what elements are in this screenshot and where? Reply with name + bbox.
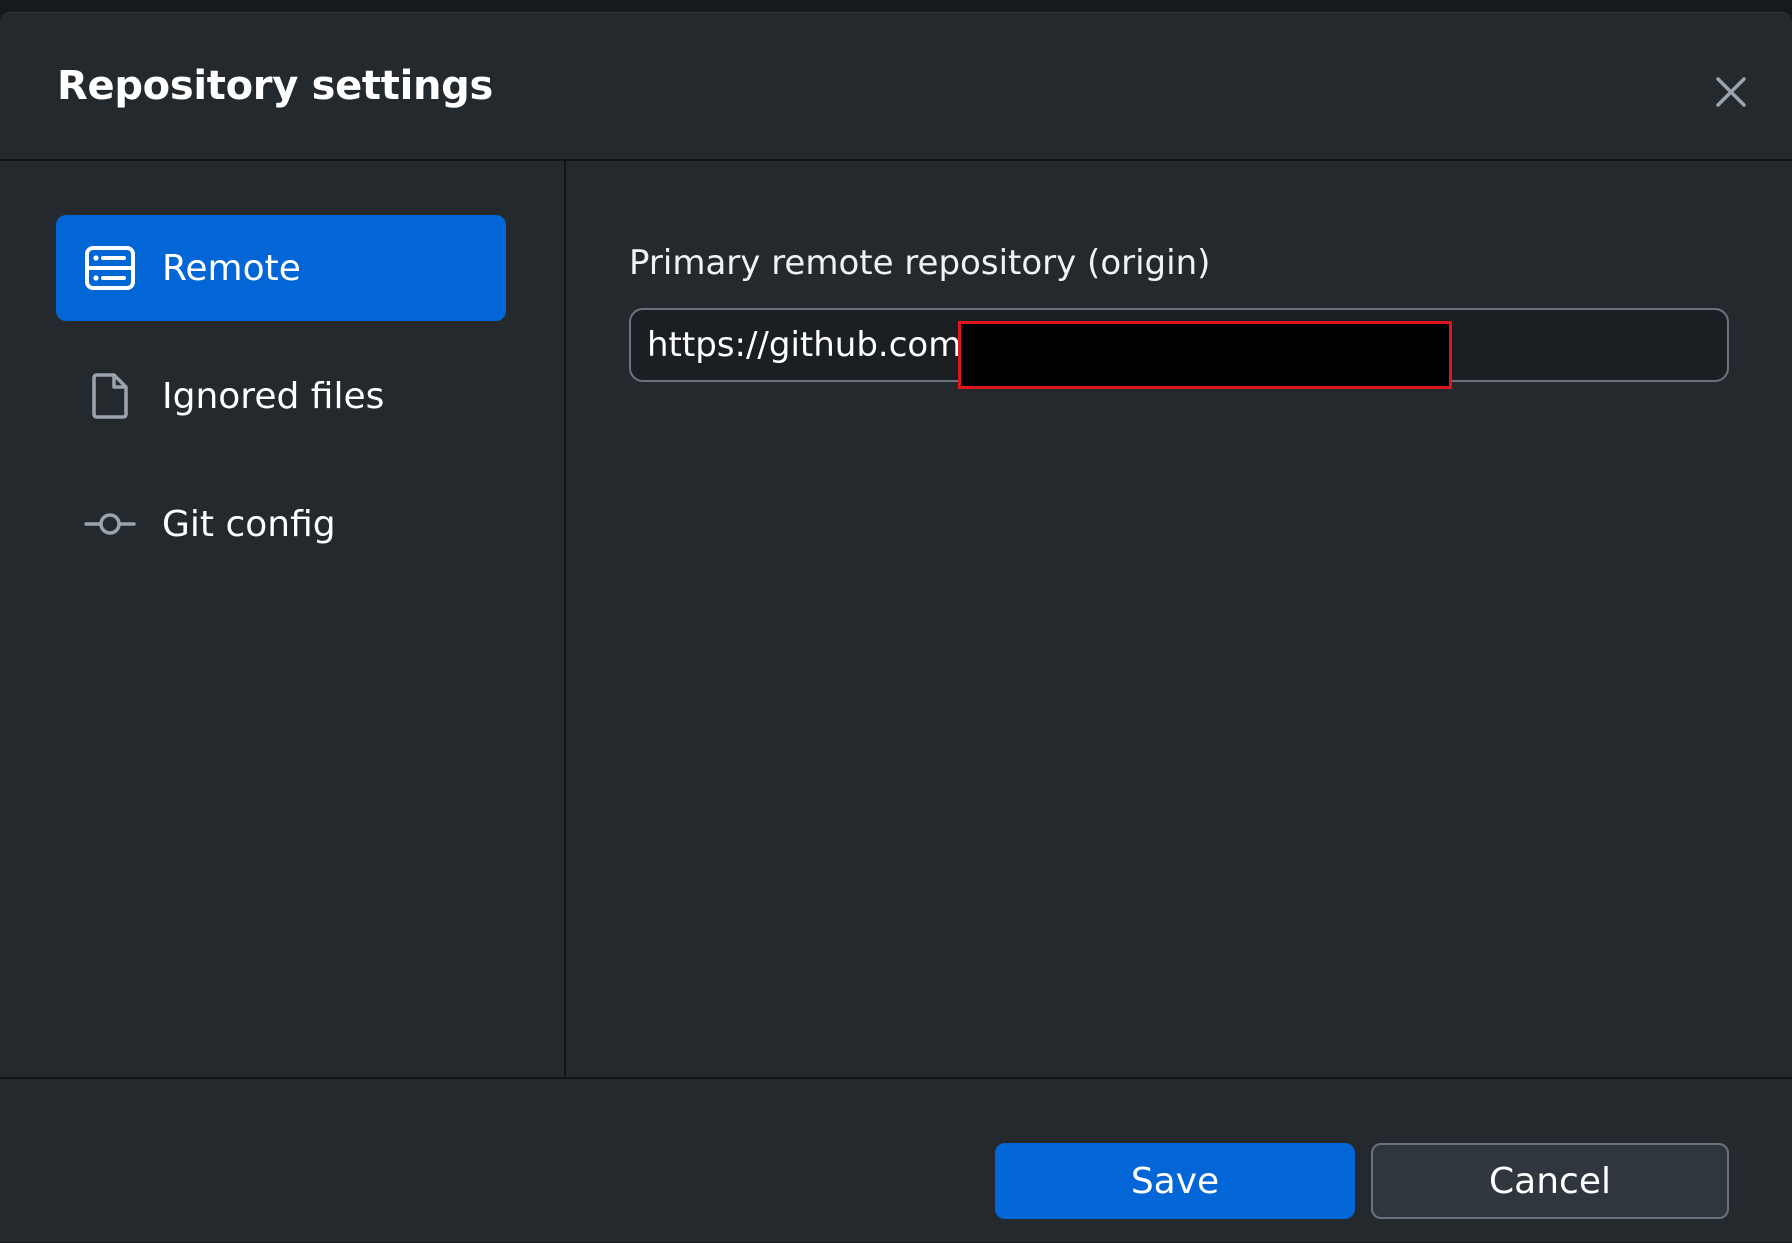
settings-content: Primary remote repository (origin) https… — [566, 161, 1792, 1077]
sidebar-item-label: Git config — [162, 503, 336, 545]
settings-sidebar: Remote Ignored files Git config — [0, 161, 566, 1077]
save-button[interactable]: Save — [995, 1143, 1355, 1219]
dialog-footer: Save Cancel — [0, 1077, 1792, 1243]
cancel-button[interactable]: Cancel — [1371, 1143, 1729, 1219]
repository-settings-dialog: Repository settings Remote Ignored files… — [0, 12, 1792, 1242]
dialog-title: Repository settings — [57, 63, 493, 109]
sidebar-item-label: Ignored files — [162, 375, 385, 417]
file-icon — [82, 368, 138, 424]
close-icon — [1716, 77, 1746, 107]
sidebar-item-label: Remote — [162, 247, 301, 289]
git-commit-icon — [82, 496, 138, 552]
dialog-header: Repository settings — [0, 13, 1792, 161]
remote-url-label: Primary remote repository (origin) — [629, 243, 1211, 283]
sidebar-item-ignored-files[interactable]: Ignored files — [56, 343, 506, 449]
redaction-box — [958, 321, 1452, 389]
sidebar-item-git-config[interactable]: Git config — [56, 471, 506, 577]
server-icon — [82, 240, 138, 296]
close-button[interactable] — [1710, 71, 1752, 113]
sidebar-item-remote[interactable]: Remote — [56, 215, 506, 321]
